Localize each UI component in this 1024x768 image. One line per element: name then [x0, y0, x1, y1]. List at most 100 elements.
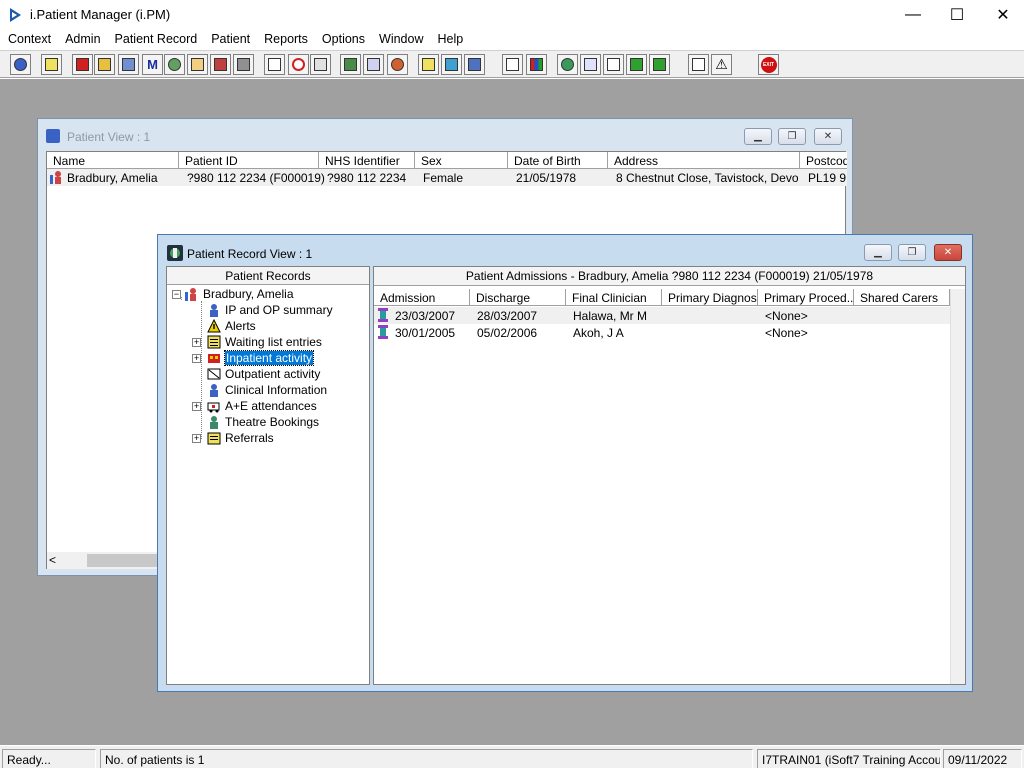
- bed-icon[interactable]: [233, 54, 254, 75]
- menu-options[interactable]: Options: [314, 30, 371, 50]
- menu-help[interactable]: Help: [429, 30, 469, 50]
- tree-node-outpatient-activity[interactable]: Outpatient activity: [207, 366, 320, 382]
- person-icon[interactable]: [164, 54, 185, 75]
- transport-icon[interactable]: [210, 54, 231, 75]
- patient-icon[interactable]: [10, 54, 31, 75]
- table-row[interactable]: 30/01/2005 05/02/2006 Akoh, J A <None>: [374, 324, 950, 341]
- column-header-final-clinician[interactable]: Final Clinician: [566, 289, 662, 306]
- column-header-discharge[interactable]: Discharge: [470, 289, 566, 306]
- app-title: i.Patient Manager (i.PM): [30, 7, 171, 22]
- m-icon[interactable]: M: [142, 54, 163, 75]
- column-header-primary-diagnosis[interactable]: Primary Diagnosis: [662, 289, 758, 306]
- inbox-icon[interactable]: [580, 54, 601, 75]
- record-view-title-bar[interactable]: Patient Record View : 1 ▁ ❐ ✕: [158, 235, 972, 265]
- download-icon[interactable]: [626, 54, 647, 75]
- menu-reports[interactable]: Reports: [256, 30, 314, 50]
- patient-view-minimize-button[interactable]: ▁: [744, 128, 772, 145]
- status-date: 09/11/2022: [943, 749, 1022, 768]
- referral-icon: [207, 431, 221, 445]
- car-icon[interactable]: [464, 54, 485, 75]
- mail-icon[interactable]: [603, 54, 624, 75]
- tree-expand-referrals[interactable]: +: [192, 434, 201, 443]
- tree-expand-ae-attendances[interactable]: +: [192, 402, 201, 411]
- clipboard-icon[interactable]: [264, 54, 285, 75]
- print-icon[interactable]: [41, 54, 62, 75]
- warning-icon[interactable]: ⚠: [711, 54, 732, 75]
- form-icon[interactable]: [187, 54, 208, 75]
- maximize-button[interactable]: ☐: [934, 0, 980, 30]
- table-row[interactable]: Bradbury, Amelia ?980 112 2234 (F000019)…: [47, 169, 847, 186]
- tree-node-label: Alerts: [225, 319, 256, 333]
- note-icon[interactable]: [418, 54, 439, 75]
- minimize-button[interactable]: —: [890, 0, 936, 30]
- patient-view-close-button[interactable]: ✕: [814, 128, 842, 145]
- chart-icon[interactable]: [526, 54, 547, 75]
- record-view-close-button[interactable]: ✕: [934, 244, 962, 261]
- patient-view-restore-button[interactable]: ❐: [778, 128, 806, 145]
- tree-expand-inpatient-activity[interactable]: +: [192, 354, 201, 363]
- swap-icon[interactable]: [688, 54, 709, 75]
- schedule-icon[interactable]: [118, 54, 139, 75]
- cell-patient-id: ?980 112 2234 (F000019): [187, 171, 325, 185]
- edit-icon[interactable]: [94, 54, 115, 75]
- tree-root-collapse-toggle[interactable]: −: [172, 290, 181, 299]
- toolbar: M ⚠ EXIT: [0, 50, 1024, 78]
- column-header-sex[interactable]: Sex: [415, 152, 508, 169]
- menu-context[interactable]: Context: [0, 30, 57, 50]
- tree-node-ae-attendances[interactable]: A+E attendances: [207, 398, 317, 414]
- ambulance-icon[interactable]: [441, 54, 462, 75]
- tree-node-root-patient[interactable]: Bradbury, Amelia: [185, 286, 294, 302]
- admissions-panel: Patient Admissions - Bradbury, Amelia ?9…: [373, 266, 966, 685]
- column-header-patient-id[interactable]: Patient ID: [179, 152, 319, 169]
- menu-patient[interactable]: Patient: [203, 30, 256, 50]
- column-header-nhs-identifier[interactable]: NHS Identifier: [319, 152, 415, 169]
- menu-bar: Context Admin Patient Record Patient Rep…: [0, 30, 1024, 50]
- close-button[interactable]: ✕: [980, 0, 1024, 30]
- disc-icon[interactable]: [387, 54, 408, 75]
- patient-view-window-icon: [46, 129, 60, 143]
- tree-node-waiting-list-entries[interactable]: Waiting list entries: [207, 334, 322, 350]
- patient-records-tree: Patient Records − Bradbury, Amelia IP an…: [166, 266, 370, 685]
- tree-node-clinical-information[interactable]: Clinical Information: [207, 382, 327, 398]
- column-header-primary-procedure[interactable]: Primary Proced...: [758, 289, 854, 306]
- document-icon[interactable]: [502, 54, 523, 75]
- cell-primary-procedure: <None>: [765, 309, 808, 323]
- book-icon[interactable]: [72, 54, 93, 75]
- record-view-minimize-button[interactable]: ▁: [864, 244, 892, 261]
- patient-view-title-bar[interactable]: Patient View : 1 ▁ ❐ ✕: [38, 119, 852, 149]
- tree-body: − Bradbury, Amelia IP and OP summary Ale…: [167, 285, 369, 684]
- tree-expand-waiting-list[interactable]: +: [192, 338, 201, 347]
- tree-node-referrals[interactable]: Referrals: [207, 430, 274, 446]
- cell-admission: 30/01/2005: [395, 326, 456, 340]
- tree-header: Patient Records: [167, 267, 369, 285]
- tree-node-alerts[interactable]: Alerts: [207, 318, 256, 334]
- menu-window[interactable]: Window: [371, 30, 429, 50]
- tree-node-theatre-bookings[interactable]: Theatre Bookings: [207, 414, 319, 430]
- tree-node-ip-op-summary[interactable]: IP and OP summary: [207, 302, 333, 318]
- cell-address: 8 Chestnut Close, Tavistock, Devon...: [616, 171, 798, 185]
- column-header-address[interactable]: Address: [608, 152, 800, 169]
- table-row[interactable]: 23/03/2007 28/03/2007 Halawa, Mr M <None…: [374, 307, 950, 324]
- doctor-icon: [207, 383, 221, 397]
- card-icon[interactable]: [363, 54, 384, 75]
- tree-node-inpatient-activity[interactable]: Inpatient activity: [207, 350, 315, 366]
- column-header-admission[interactable]: Admission: [374, 289, 470, 306]
- record-view-restore-button[interactable]: ❐: [898, 244, 926, 261]
- column-header-date-of-birth[interactable]: Date of Birth: [508, 152, 608, 169]
- refresh-icon[interactable]: [649, 54, 670, 75]
- exit-icon[interactable]: EXIT: [758, 54, 779, 75]
- menu-patient-record[interactable]: Patient Record: [107, 30, 204, 50]
- column-header-shared-carers[interactable]: Shared Carers: [854, 289, 950, 306]
- tree-node-label: Waiting list entries: [225, 335, 322, 349]
- patient-female-icon: [50, 170, 64, 184]
- scroll-left-button[interactable]: <: [49, 553, 56, 567]
- vertical-scrollbar[interactable]: [950, 289, 965, 684]
- column-header-name[interactable]: Name: [47, 152, 179, 169]
- globe-icon[interactable]: [557, 54, 578, 75]
- list-icon[interactable]: [310, 54, 331, 75]
- menu-admin[interactable]: Admin: [57, 30, 106, 50]
- clock-icon[interactable]: [288, 54, 309, 75]
- id-card-icon[interactable]: [340, 54, 361, 75]
- column-header-postcode[interactable]: Postcode: [800, 152, 847, 169]
- scrollbar-thumb[interactable]: [87, 554, 157, 567]
